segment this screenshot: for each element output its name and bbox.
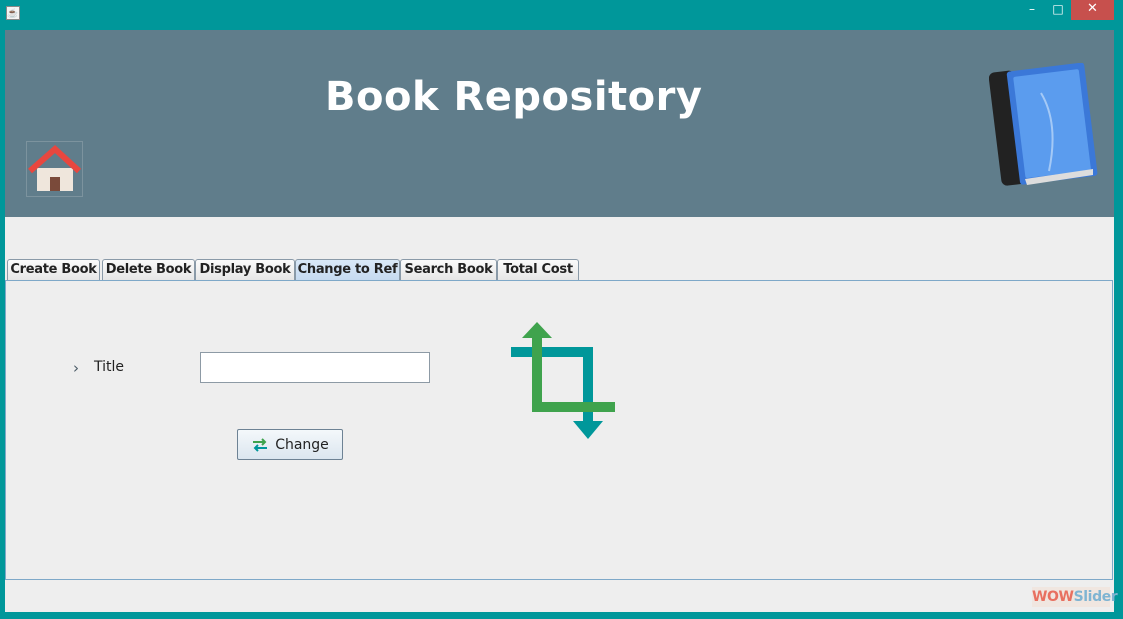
close-button[interactable]: ✕ — [1071, 0, 1114, 20]
tab-create-book[interactable]: Create Book — [7, 259, 100, 280]
change-to-ref-panel: › Title Change — [5, 280, 1113, 580]
change-button[interactable]: Change — [237, 429, 343, 460]
swap-arrows-icon — [253, 437, 268, 452]
page-title: Book Repository — [325, 74, 703, 120]
change-button-label: Change — [275, 436, 329, 453]
title-input[interactable] — [200, 352, 430, 383]
tab-search-book[interactable]: Search Book — [400, 259, 497, 280]
wowslider-watermark: WOWSlider — [1032, 587, 1118, 607]
minimize-button[interactable]: – — [1019, 0, 1045, 20]
app-window: ☕ – □ ✕ Book Repository Create Book Dele… — [0, 0, 1123, 619]
home-button[interactable] — [26, 141, 83, 197]
title-bar[interactable]: ☕ – □ ✕ — [0, 0, 1123, 30]
tab-display-book[interactable]: Display Book — [195, 259, 295, 280]
blue-book-icon — [989, 63, 1098, 186]
tab-total-cost[interactable]: Total Cost — [497, 259, 579, 280]
tab-change-to-ref[interactable]: Change to Ref — [295, 259, 400, 280]
window-content: Book Repository Create Book Delete Book … — [5, 30, 1118, 612]
maximize-button[interactable]: □ — [1045, 0, 1071, 20]
tab-delete-book[interactable]: Delete Book — [102, 259, 195, 280]
crop-icon — [511, 322, 615, 439]
java-cup-icon: ☕ — [6, 6, 20, 20]
house-icon — [28, 144, 82, 191]
header-banner: Book Repository — [5, 30, 1114, 217]
title-label: Title — [94, 359, 125, 375]
chevron-right-icon: › — [73, 359, 79, 377]
